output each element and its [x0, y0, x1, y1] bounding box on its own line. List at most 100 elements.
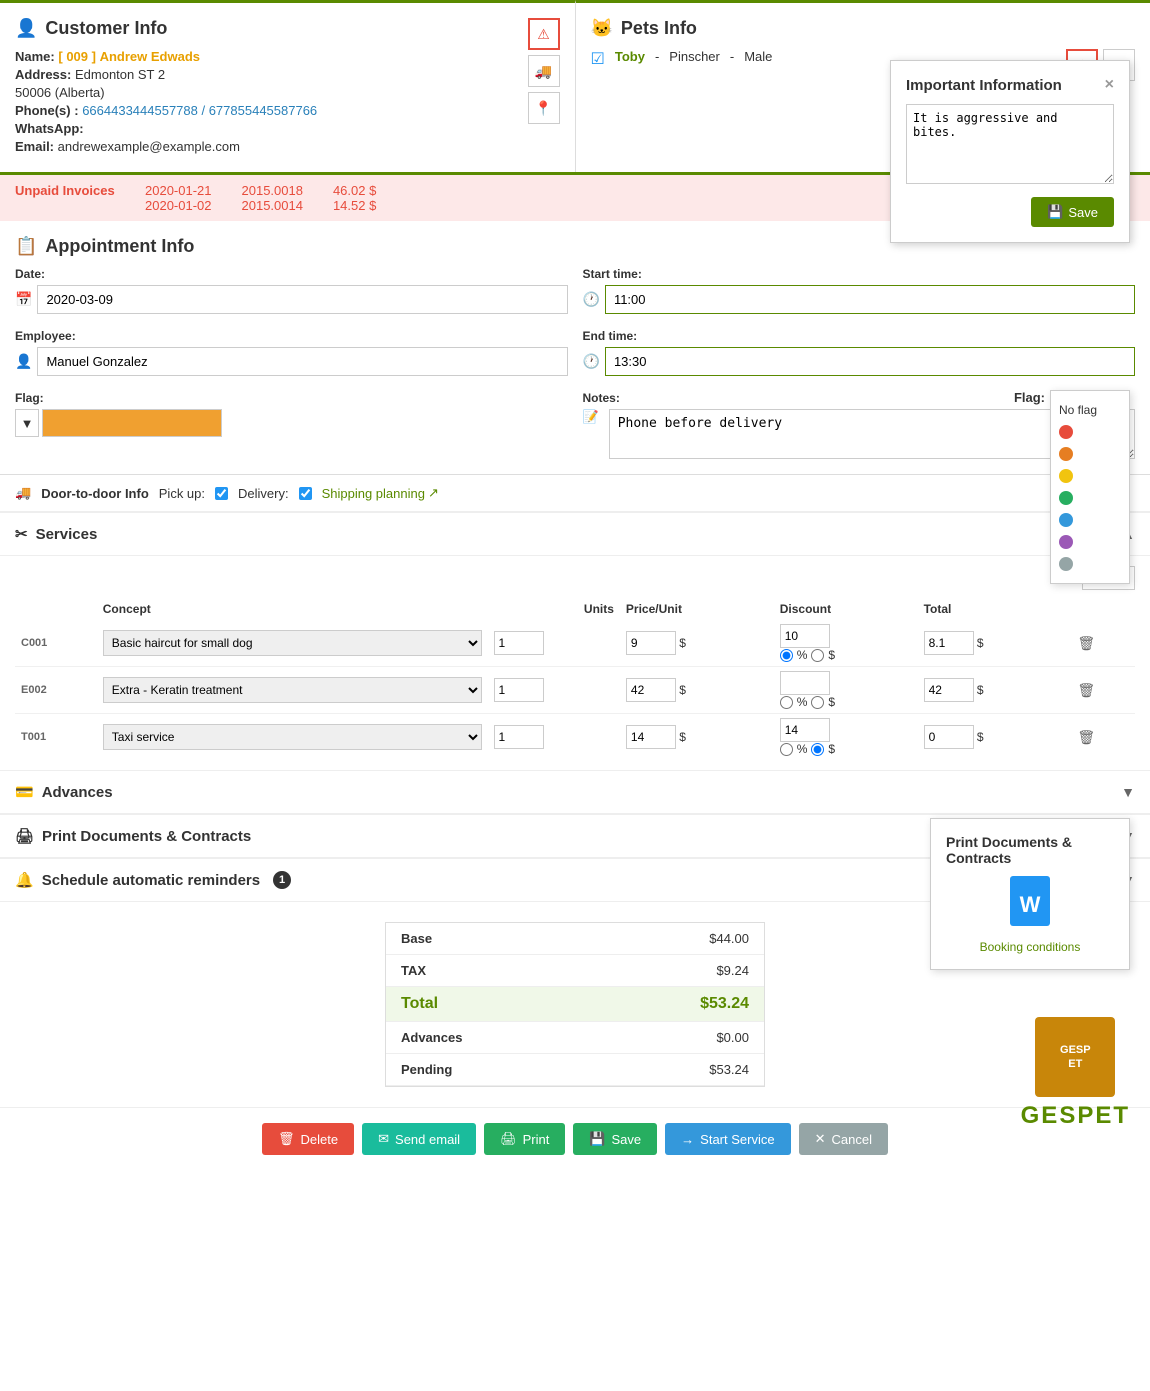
panel-save-button[interactable]: 💾 Save — [1031, 197, 1114, 227]
service-units-2[interactable] — [494, 678, 544, 702]
doc-item-booking[interactable]: W Booking conditions — [946, 876, 1114, 954]
service-row-2: E002 Extra - Keratin treatment $ — [15, 667, 1135, 714]
service-price-1[interactable] — [626, 631, 676, 655]
flag-option-yellow[interactable] — [1059, 465, 1121, 487]
date-input[interactable] — [37, 285, 567, 314]
service-row-3: T001 Taxi service $ — [15, 714, 1135, 761]
flag-selector: ▼ — [15, 409, 568, 437]
print-icon: 🖨 — [15, 827, 34, 845]
customer-truck-btn[interactable]: 🚚 — [528, 55, 560, 87]
advances-header[interactable]: 💳 Advances ▼ — [0, 771, 1150, 814]
external-link-icon: ↗ — [428, 485, 439, 501]
service-discount-1[interactable] — [780, 624, 830, 648]
service-concept-3-cell: Taxi service — [97, 714, 488, 761]
delivery-checkbox[interactable] — [299, 487, 312, 500]
service-select-2[interactable]: Extra - Keratin treatment — [103, 677, 482, 703]
clock-end-icon: 🕐 — [583, 353, 600, 370]
cancel-button[interactable]: ✕ Cancel — [799, 1123, 888, 1155]
service-total-1[interactable] — [924, 631, 974, 655]
gespet-brand: GESPET — [1021, 1102, 1130, 1130]
summary-table: Base $44.00 TAX $9.24 Total $53.24 Advan… — [385, 922, 765, 1087]
flag-option-purple[interactable] — [1059, 531, 1121, 553]
customer-pin-btn[interactable]: 📍 — [528, 92, 560, 124]
service-price-2[interactable] — [626, 678, 676, 702]
customer-name-row: Name: [ 009 ] Andrew Edwads — [15, 49, 518, 64]
service-discount-2[interactable] — [780, 671, 830, 695]
employee-field: Employee: 👤 — [15, 329, 568, 376]
services-section: ✂ Services ▲ + Add Concept Units Price/U… — [0, 512, 1150, 770]
discount-dollar-2[interactable] — [811, 696, 824, 709]
door-to-door-section: 🚚 Door-to-door Info Pick up: Delivery: S… — [0, 475, 1150, 512]
address-value: Edmonton ST 2 — [75, 67, 165, 82]
discount-dollar-3[interactable] — [811, 743, 824, 756]
flag-field: Flag: ▼ — [15, 391, 568, 459]
col-units: Units — [488, 598, 620, 620]
service-select-3[interactable]: Taxi service — [103, 724, 482, 750]
base-value: $44.00 — [709, 931, 749, 946]
discount-percent-2[interactable] — [780, 696, 793, 709]
service-delete-3[interactable]: 🗑 — [1077, 729, 1095, 746]
services-title: ✂ Services — [15, 525, 97, 543]
flag-option-green[interactable] — [1059, 487, 1121, 509]
service-price-3[interactable] — [626, 725, 676, 749]
name-id: [ 009 ] — [58, 49, 96, 64]
delete-button[interactable]: 🗑 Delete — [262, 1123, 354, 1155]
start-service-button[interactable]: → Start Service — [665, 1123, 790, 1155]
panel-close-icon[interactable]: × — [1105, 76, 1114, 94]
services-header[interactable]: ✂ Services ▲ — [0, 513, 1150, 556]
service-total-2[interactable] — [924, 678, 974, 702]
flag-dot-green — [1059, 491, 1073, 505]
service-delete-2[interactable]: 🗑 — [1077, 682, 1095, 699]
flag-dot-gray — [1059, 557, 1073, 571]
service-code-1: C001 — [15, 620, 97, 667]
service-total-1-cell: $ — [918, 620, 1072, 667]
services-table: Concept Units Price/Unit Discount Total … — [15, 598, 1135, 760]
customer-title-text: Customer Info — [45, 18, 167, 39]
flag-option-orange[interactable] — [1059, 443, 1121, 465]
date-field: Date: 📅 — [15, 267, 568, 314]
pickup-checkbox[interactable] — [215, 487, 228, 500]
flag-option-blue[interactable] — [1059, 509, 1121, 531]
flag-dropdown-arrow[interactable]: ▼ — [15, 409, 39, 437]
discount-dollar-1[interactable] — [811, 649, 824, 662]
customer-warning-btn[interactable]: ⚠ — [528, 18, 560, 50]
flag-option-red[interactable] — [1059, 421, 1121, 443]
discount-percent-3[interactable] — [780, 743, 793, 756]
advances-section: 💳 Advances ▼ — [0, 770, 1150, 814]
pet-breed: Pinscher — [669, 49, 720, 64]
important-info-textarea[interactable]: It is aggressive and bites. — [906, 104, 1114, 184]
service-units-1[interactable] — [494, 631, 544, 655]
pet-checkbox[interactable]: ☑ — [591, 49, 605, 69]
discount-type-2: % $ — [780, 695, 912, 709]
summary-tax-row: TAX $9.24 — [386, 955, 764, 987]
flag-option-gray[interactable] — [1059, 553, 1121, 575]
pet-name: Toby — [615, 49, 645, 64]
pets-icon: 🐱 — [591, 18, 613, 39]
discount-percent-1[interactable] — [780, 649, 793, 662]
service-concept-1-cell: Basic haircut for small dog — [97, 620, 488, 667]
service-units-3[interactable] — [494, 725, 544, 749]
start-time-input[interactable] — [605, 285, 1135, 314]
print-button[interactable]: 🖨 Print — [484, 1123, 565, 1155]
send-email-button[interactable]: ✉ Send email — [362, 1123, 476, 1155]
advances-title-text: Advances — [42, 784, 113, 801]
col-code — [15, 598, 97, 620]
shipping-link[interactable]: Shipping planning ↗ — [322, 485, 439, 501]
flag-dot-purple — [1059, 535, 1073, 549]
employee-input[interactable] — [37, 347, 567, 376]
pct-label-1: % — [797, 648, 808, 662]
service-discount-3[interactable] — [780, 718, 830, 742]
service-select-1[interactable]: Basic haircut for small dog — [103, 630, 482, 656]
save-button[interactable]: 💾 Save — [573, 1123, 657, 1155]
address-label: Address: — [15, 67, 71, 82]
customer-info-title: 👤 Customer Info — [15, 18, 518, 39]
end-time-input[interactable] — [605, 347, 1135, 376]
pct-label-2: % — [797, 695, 808, 709]
customer-icon: 👤 — [15, 18, 37, 39]
pending-label: Pending — [401, 1062, 452, 1077]
service-delete-1[interactable]: 🗑 — [1077, 635, 1095, 652]
flag-option-none[interactable]: No flag — [1059, 399, 1121, 421]
city-value: 50006 (Alberta) — [15, 85, 105, 100]
service-total-3[interactable] — [924, 725, 974, 749]
shipping-label: Shipping planning — [322, 486, 425, 501]
